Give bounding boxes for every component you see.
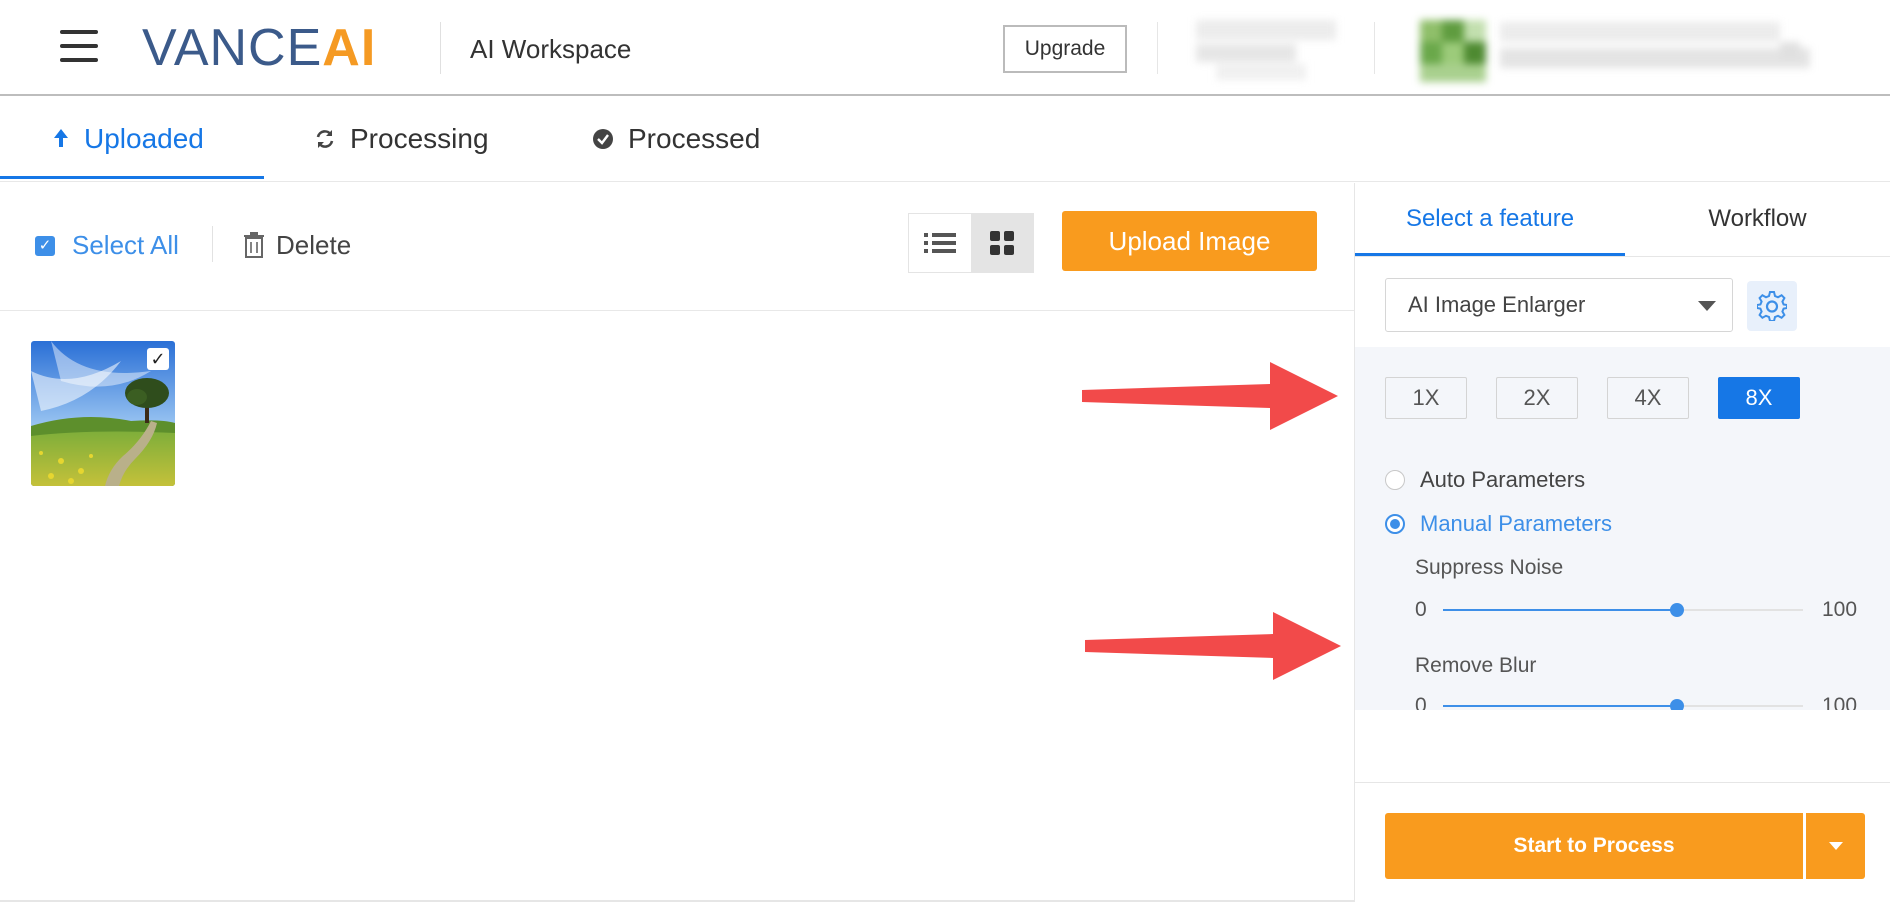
list-view-icon (924, 233, 956, 253)
thumbnail-checkbox[interactable]: ✓ (147, 348, 169, 370)
suppress-noise-label: Suppress Noise (1415, 556, 1564, 579)
tab-processed[interactable]: Processed (592, 98, 760, 180)
blurred-credits-info (1196, 20, 1336, 82)
scale-4x-button[interactable]: 4X (1607, 377, 1689, 419)
clipped-slider-row: 0 100 (1355, 696, 1890, 710)
tab-uploaded[interactable]: Uploaded (52, 98, 204, 180)
feature-dropdown[interactable]: AI Image Enlarger (1385, 278, 1733, 332)
slider-max-label: 100 (1822, 598, 1858, 621)
toolbar-divider (212, 226, 213, 262)
red-arrow-icon (1082, 362, 1338, 430)
tab-workflow[interactable]: Workflow (1625, 183, 1890, 255)
start-options-dropdown[interactable] (1806, 813, 1865, 879)
logo-text-ai: AI (322, 19, 377, 77)
refresh-icon (316, 130, 334, 148)
slider-min-label: 0 (1415, 696, 1427, 710)
tab-label: Uploaded (84, 123, 204, 154)
manual-parameters-label[interactable]: Manual Parameters (1420, 511, 1612, 537)
start-to-process-button[interactable]: Start to Process (1385, 813, 1803, 879)
feature-dropdown-value: AI Image Enlarger (1408, 292, 1586, 317)
active-tab-underline (0, 176, 264, 179)
header-divider (1157, 22, 1158, 74)
top-header: VANCEAI AI Workspace Upgrade (0, 0, 1890, 96)
red-arrow-icon (1085, 612, 1341, 680)
upgrade-button[interactable]: Upgrade (1003, 25, 1127, 73)
manual-parameters-radio[interactable] (1385, 514, 1405, 534)
slider-thumb[interactable] (1670, 603, 1684, 617)
blurred-user-avatar[interactable] (1420, 20, 1488, 82)
tab-select-feature[interactable]: Select a feature (1355, 183, 1625, 255)
upload-arrow-icon (54, 129, 68, 147)
hamburger-menu-icon[interactable] (60, 30, 98, 66)
list-view-button[interactable] (909, 214, 971, 272)
tab-processing[interactable]: Processing (314, 98, 489, 180)
view-mode-toggle (908, 213, 1034, 273)
gear-icon (1757, 291, 1787, 321)
scale-8x-button[interactable]: 8X (1718, 377, 1800, 419)
scale-2x-button[interactable]: 2X (1496, 377, 1578, 419)
delete-button[interactable]: Delete (276, 230, 351, 261)
trash-icon[interactable] (243, 232, 265, 258)
grid-view-icon (990, 231, 1014, 255)
remove-blur-slider[interactable] (1443, 699, 1803, 710)
select-all-checkbox[interactable]: ✓ (35, 236, 55, 256)
slider-fill (1443, 609, 1677, 611)
check-circle-icon (593, 129, 613, 149)
chevron-down-icon (1698, 301, 1716, 311)
vanceai-logo[interactable]: VANCEAI (142, 22, 376, 74)
header-divider (440, 22, 441, 74)
header-divider (1374, 22, 1375, 74)
tab-label: Processed (628, 123, 761, 154)
slider-fill (1443, 705, 1677, 707)
caret-down-icon (1828, 842, 1843, 850)
logo-text-vance: VANCE (142, 19, 323, 77)
image-status-tabs: Uploaded Processing Processed (0, 98, 1890, 182)
grid-view-button[interactable] (971, 214, 1033, 272)
scale-1x-button[interactable]: 1X (1385, 377, 1467, 419)
auto-parameters-label[interactable]: Auto Parameters (1420, 467, 1585, 493)
suppress-noise-slider[interactable] (1443, 603, 1803, 617)
remove-blur-label: Remove Blur (1415, 654, 1537, 677)
settings-button[interactable] (1747, 281, 1797, 331)
blurred-user-name (1500, 22, 1820, 82)
slider-min-label: 0 (1415, 598, 1427, 621)
upload-image-button[interactable]: Upload Image (1062, 211, 1317, 271)
panel-tab-divider (1355, 256, 1890, 257)
slider-max-label: 100 (1822, 696, 1858, 710)
slider-thumb[interactable] (1670, 699, 1684, 710)
tab-label: Processing (350, 123, 489, 154)
select-all-label[interactable]: Select All (72, 230, 179, 261)
panel-footer-divider (1355, 782, 1890, 783)
workspace-title: AI Workspace (470, 34, 632, 64)
auto-parameters-radio[interactable] (1385, 470, 1405, 490)
